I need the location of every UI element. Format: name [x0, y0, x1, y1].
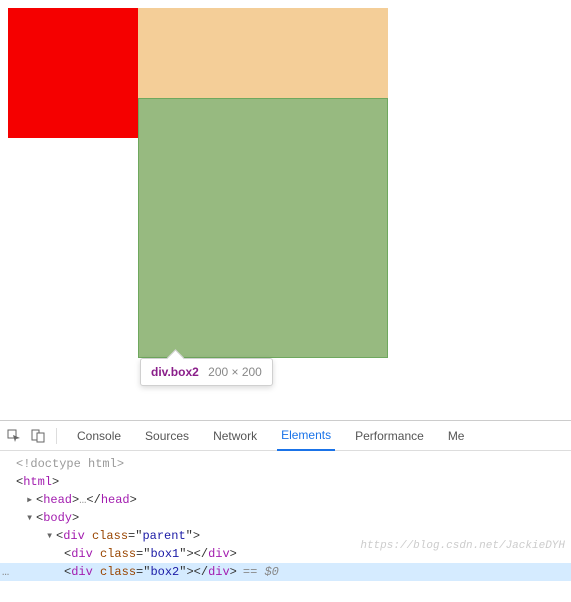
tag-head-close: head	[101, 493, 130, 507]
tag-div-parent: div	[63, 529, 85, 543]
attr-class: class	[92, 529, 128, 543]
tooltip-dimensions: 200 × 200	[208, 365, 262, 379]
tag-div-box2-close: div	[208, 565, 230, 579]
dom-body-open[interactable]: ▾<body>	[0, 509, 571, 527]
caret-right-icon[interactable]: ▸	[26, 491, 36, 509]
attr-val-parent: parent	[142, 529, 185, 543]
devtools-panel: Console Sources Network Elements Perform…	[0, 420, 571, 602]
dom-html-open[interactable]: <html>	[0, 473, 571, 491]
tag-div-box1: div	[71, 547, 93, 561]
tab-performance[interactable]: Performance	[351, 421, 428, 451]
tab-network[interactable]: Network	[209, 421, 261, 451]
devtools-toolbar: Console Sources Network Elements Perform…	[0, 421, 571, 451]
dom-parent-open[interactable]: ▾<div class="parent">	[0, 527, 571, 545]
page-viewport: div.box2 200 × 200	[0, 0, 571, 420]
tag-body: body	[43, 511, 72, 525]
caret-down-icon[interactable]: ▾	[46, 527, 56, 545]
head-ellipsis: …	[79, 493, 86, 507]
tab-console[interactable]: Console	[73, 421, 125, 451]
attr-val-box2: box2	[150, 565, 179, 579]
dom-head[interactable]: ▸<head>…</head>	[0, 491, 571, 509]
tab-sources[interactable]: Sources	[141, 421, 193, 451]
orange-box	[138, 8, 388, 98]
dom-box1[interactable]: <div class="box1"></div>	[0, 545, 571, 563]
selection-suffix: == $0	[243, 565, 279, 579]
devtools-tabs: Console Sources Network Elements Perform…	[67, 421, 565, 451]
inspect-element-icon[interactable]	[6, 428, 22, 444]
tag-html: html	[23, 475, 52, 489]
device-toolbar-icon[interactable]	[30, 428, 46, 444]
box1-red	[8, 8, 138, 138]
tab-elements[interactable]: Elements	[277, 421, 335, 451]
attr-class: class	[100, 565, 136, 579]
attr-class: class	[100, 547, 136, 561]
gutter-dots-icon[interactable]: …	[2, 563, 9, 581]
tag-div-box2: div	[71, 565, 93, 579]
toolbar-separator	[56, 428, 57, 444]
tag-div-box1-close: div	[208, 547, 230, 561]
tag-head-open: head	[43, 493, 72, 507]
dom-doctype[interactable]: <!doctype html>	[0, 455, 571, 473]
tab-memory-truncated[interactable]: Me	[444, 421, 469, 451]
attr-val-box1: box1	[150, 547, 179, 561]
caret-down-icon[interactable]: ▾	[26, 509, 36, 527]
dom-box2-selected[interactable]: …<div class="box2"></div>== $0	[0, 563, 571, 581]
tooltip-selector: div.box2	[151, 365, 199, 379]
box2-green-highlighted	[138, 98, 388, 358]
dom-tree[interactable]: <!doctype html> <html> ▸<head>…</head> ▾…	[0, 451, 571, 581]
element-inspect-tooltip: div.box2 200 × 200	[140, 358, 273, 386]
